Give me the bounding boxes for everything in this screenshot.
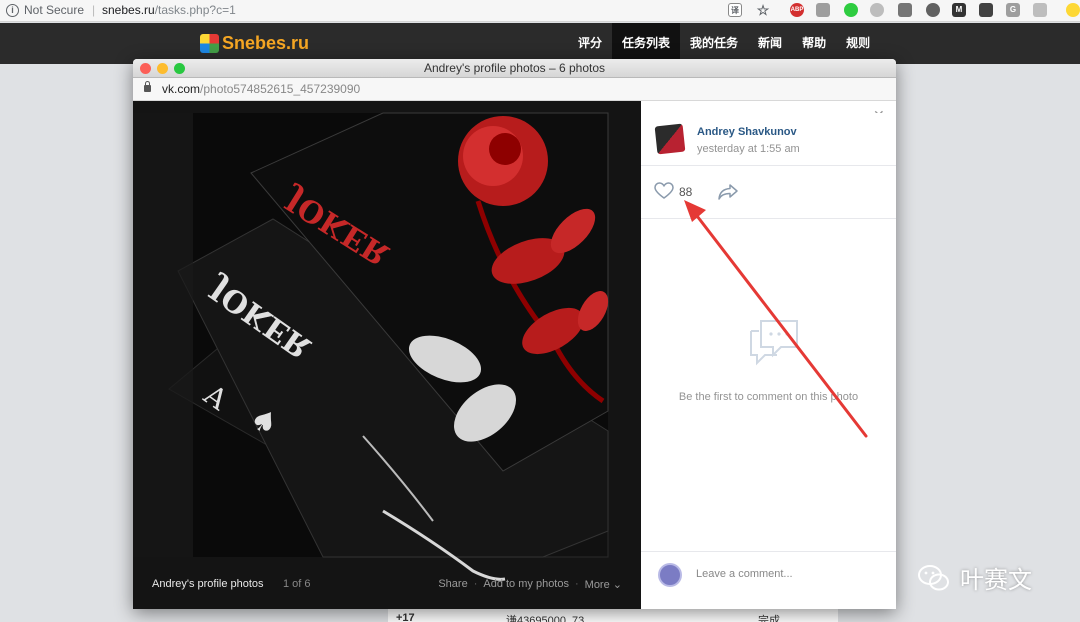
popup-url-bar[interactable]: vk.com/photo574852615_457239090 — [133, 78, 896, 101]
robot-icon[interactable] — [926, 3, 940, 17]
separator: | — [92, 3, 96, 17]
url-path: /tasks.php?c=1 — [154, 3, 236, 17]
comment-input[interactable]: Leave a comment... — [696, 568, 793, 580]
url-host: snebes.ru — [102, 3, 155, 17]
action-separator: · — [473, 578, 478, 590]
minimize-window-icon[interactable] — [157, 63, 168, 74]
comments-empty-state: Be the first to comment on this photo — [641, 219, 896, 551]
add-to-my-photos-link[interactable]: Add to my photos — [483, 578, 569, 591]
joker-cards-photo: JOKER JOKER A ♠ — [133, 101, 641, 609]
nav-item-rating[interactable]: 评分 — [568, 23, 612, 64]
bookmark-star-icon[interactable]: ☆ — [756, 3, 770, 17]
author-name[interactable]: Andrey Shavkunov — [697, 126, 797, 138]
adblock-icon[interactable]: ABP — [790, 3, 804, 17]
watermark-text: 叶赛文 — [960, 567, 1032, 594]
share-arrow-icon[interactable] — [717, 183, 739, 201]
share-link[interactable]: Share — [438, 578, 467, 591]
nav-item-rules[interactable]: 规则 — [836, 23, 880, 64]
close-window-icon[interactable] — [140, 63, 151, 74]
photo-viewer[interactable]: JOKER JOKER A ♠ Andrey's profile photos … — [133, 101, 641, 609]
camera-icon[interactable] — [898, 3, 912, 17]
like-count: 88 — [679, 185, 693, 199]
empty-comments-text: Be the first to comment on this photo — [678, 391, 859, 403]
user-cell: 谦43695000_73 — [506, 615, 585, 622]
action-separator: · — [574, 578, 579, 590]
photo-popup-window: Andrey's profile photos – 6 photos vk.co… — [133, 59, 896, 609]
extension-book-icon[interactable] — [816, 3, 830, 17]
evernote-icon[interactable] — [844, 3, 858, 17]
window-title: Andrey's profile photos – 6 photos — [423, 61, 606, 75]
wechat-icon — [918, 564, 949, 590]
watermark: 叶赛文 — [918, 560, 1032, 595]
photo-side-panel: Andrey Shavkunov yesterday at 1:55 am 88… — [641, 113, 896, 597]
nav-item-task-list[interactable]: 任务列表 — [612, 23, 681, 64]
logo-text: Snebes.ru — [222, 32, 310, 53]
current-user-avatar — [658, 563, 682, 587]
url-text[interactable]: snebes.ru/tasks.php?c=1 — [102, 3, 236, 17]
status-cell: 完成 — [758, 615, 780, 622]
security-label: Not Secure — [24, 3, 85, 17]
popup-url[interactable]: vk.com/photo574852615_457239090 — [162, 78, 360, 100]
profile-avatar-icon[interactable] — [1066, 3, 1080, 17]
extension-qr-icon[interactable] — [979, 3, 993, 17]
comment-composer[interactable]: Leave a comment... — [641, 551, 896, 597]
extension-send-icon[interactable] — [1033, 3, 1047, 17]
author-header: Andrey Shavkunov yesterday at 1:55 am — [641, 113, 896, 166]
album-link[interactable]: Andrey's profile photos — [152, 578, 264, 590]
logo-mark-icon — [200, 33, 219, 53]
likes-bar: 88 — [641, 166, 896, 219]
site-header: Snebes.ru 评分 任务列表 我的任务 新闻 帮助 规则 — [0, 23, 1080, 64]
site-nav: 评分 任务列表 我的任务 新闻 帮助 规则 — [568, 23, 880, 64]
window-titlebar[interactable]: Andrey's profile photos – 6 photos — [133, 59, 896, 78]
browser-address-bar[interactable]: i Not Secure | snebes.ru/tasks.php?c=1 译… — [0, 0, 1080, 22]
info-icon[interactable]: i — [6, 4, 19, 17]
nav-item-my-tasks[interactable]: 我的任务 — [680, 23, 748, 64]
grammarly-icon[interactable]: G — [1006, 3, 1020, 17]
post-timestamp[interactable]: yesterday at 1:55 am — [697, 143, 800, 155]
photo-footer: Andrey's profile photos 1 of 6 Share · A… — [133, 559, 641, 609]
site-logo[interactable]: Snebes.ru — [200, 32, 309, 54]
score-cell: +17 — [396, 612, 415, 622]
more-menu[interactable]: More ⌄ — [585, 578, 622, 591]
chevron-down-icon: ⌄ — [612, 579, 622, 591]
nav-item-help[interactable]: 帮助 — [792, 23, 836, 64]
extension-circle-icon[interactable] — [870, 3, 884, 17]
comments-bubble-icon — [750, 320, 798, 366]
translate-icon[interactable]: 译 — [728, 3, 742, 17]
maximize-window-icon[interactable] — [174, 63, 185, 74]
author-avatar[interactable] — [654, 123, 686, 155]
nav-item-news[interactable]: 新闻 — [748, 23, 792, 64]
photo-position: 1 of 6 — [283, 578, 311, 590]
photo-actions: Share · Add to my photos · More ⌄ — [438, 578, 622, 591]
heart-icon[interactable] — [654, 182, 674, 200]
lock-icon — [144, 81, 151, 92]
medium-icon[interactable]: M — [952, 3, 966, 17]
